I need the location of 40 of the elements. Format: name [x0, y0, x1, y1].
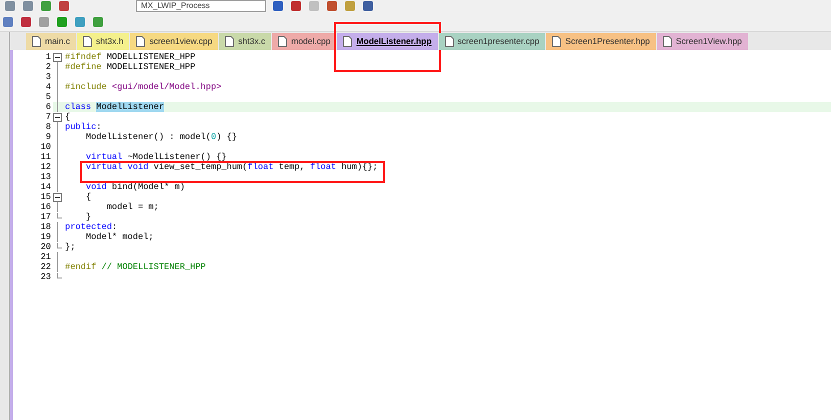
code-line: public:: [65, 122, 102, 132]
target-select[interactable]: MX_LWIP_Process: [136, 0, 266, 12]
file-tab[interactable]: sht3x.c: [219, 33, 272, 50]
code-line: void bind(Model* m): [84, 182, 185, 192]
file-icon: [83, 36, 92, 47]
file-tab[interactable]: model.cpp: [272, 33, 336, 50]
code-line: Model* model;: [84, 232, 154, 242]
code-line: #ifndef MODELLISTENER_HPP: [65, 52, 196, 62]
code-line: protected:: [65, 222, 118, 232]
line-number: 6: [13, 102, 53, 112]
file-icon: [225, 36, 234, 47]
code-line: ModelListener() : model(0) {}: [84, 132, 238, 142]
code-line: #include <gui/model/Model.hpp>: [65, 82, 222, 92]
file-tab[interactable]: Screen1View.hpp: [656, 33, 748, 50]
file-icon: [444, 36, 454, 47]
file-icon: [32, 36, 41, 47]
code-line: {: [84, 192, 92, 202]
file-icon: [552, 36, 562, 47]
code-line: class ModelListener: [65, 102, 164, 112]
code-line: #endif // MODELLISTENER_HPP: [65, 262, 206, 272]
file-icon: [343, 36, 352, 47]
fold-toggle-icon[interactable]: [53, 52, 62, 62]
file-icon: [136, 36, 146, 47]
file-icon: [278, 36, 288, 47]
fold-toggle-icon[interactable]: [53, 112, 62, 122]
code-line: {: [65, 112, 70, 122]
code-line: }: [84, 212, 92, 222]
file-tab[interactable]: sht3x.h: [77, 33, 130, 50]
code-line: virtual void view_set_temp_hum(float temp, float hum){};: [84, 162, 378, 172]
file-tab[interactable]: ModelListener.hpp: [337, 33, 438, 50]
file-tab[interactable]: screen1view.cpp: [130, 33, 218, 50]
file-icon: [662, 36, 672, 47]
file-tab[interactable]: main.c: [26, 33, 76, 50]
code-line: };: [65, 242, 76, 252]
file-tab[interactable]: screen1presenter.cpp: [438, 33, 546, 50]
fold-toggle-icon[interactable]: [53, 192, 62, 202]
code-line: model = m;: [106, 202, 159, 212]
code-line: #define MODELLISTENER_HPP: [65, 62, 196, 72]
code-line: virtual ~ModelListener() {}: [84, 152, 227, 162]
file-tab[interactable]: Screen1Presenter.hpp: [546, 33, 656, 50]
